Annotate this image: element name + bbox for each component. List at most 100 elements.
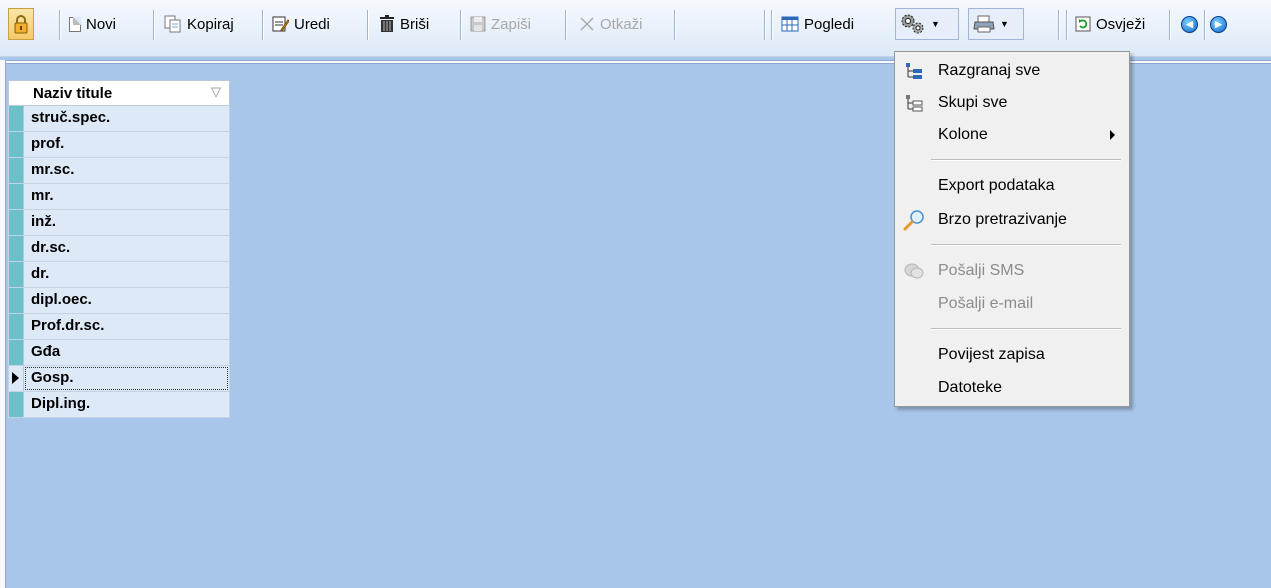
submenu-arrow-icon (1110, 130, 1115, 140)
column-header-naziv-titule[interactable]: Naziv titule ▽ (8, 80, 230, 106)
table-cell[interactable]: dipl.oec. (24, 288, 229, 313)
chevron-down-icon: ▼ (931, 19, 940, 29)
next-record-button[interactable]: ▶ (1210, 8, 1227, 40)
refresh-button-label: Osvježi (1096, 15, 1146, 33)
row-indicator[interactable] (9, 210, 24, 235)
menu-item-skupi-sve[interactable]: Skupi sve (895, 88, 1129, 118)
copy-button[interactable]: Kopiraj (164, 8, 234, 40)
previous-record-icon: ◀ (1181, 15, 1198, 33)
tools-context-menu: Razgranaj sve Skupi sve Kolone Export po… (894, 51, 1130, 407)
cancel-button[interactable]: Otkaži (579, 8, 643, 40)
menu-item-label: Export podataka (938, 177, 1055, 194)
menu-item-label: Pošalji SMS (938, 262, 1025, 279)
menu-item-kolone[interactable]: Kolone (895, 120, 1129, 150)
table-row[interactable]: Dipl.ing. (8, 392, 230, 418)
lock-button[interactable] (8, 8, 34, 40)
row-indicator[interactable] (9, 158, 24, 183)
row-indicator[interactable] (9, 392, 24, 417)
table-row[interactable]: dipl.oec. (8, 288, 230, 314)
new-document-icon (69, 16, 81, 32)
row-indicator[interactable] (9, 236, 24, 261)
menu-item-datoteke[interactable]: Datoteke (895, 373, 1129, 403)
table-cell[interactable]: Gosp. (24, 366, 229, 391)
row-indicator[interactable] (9, 184, 24, 209)
table-cell[interactable]: dr.sc. (24, 236, 229, 261)
table-cell[interactable]: Prof.dr.sc. (24, 314, 229, 339)
menu-item-label: Pošalji e-mail (938, 295, 1034, 312)
delete-button-label: Briši (400, 15, 430, 33)
row-indicator[interactable] (9, 288, 24, 313)
tools-icon (900, 13, 926, 35)
menu-item-label: Skupi sve (938, 94, 1008, 111)
row-indicator[interactable] (9, 132, 24, 157)
menu-item-export-podataka[interactable]: Export podataka (895, 171, 1129, 201)
row-indicator[interactable] (9, 314, 24, 339)
current-row-arrow-icon[interactable] (9, 366, 24, 391)
next-record-icon: ▶ (1210, 15, 1227, 33)
expand-tree-icon (903, 60, 925, 82)
table-cell[interactable]: prof. (24, 132, 229, 157)
new-button[interactable]: Novi (69, 8, 116, 40)
print-dropdown-button[interactable]: ▼ (968, 8, 1024, 40)
delete-button[interactable]: Briši (379, 8, 429, 40)
menu-separator (931, 328, 1121, 329)
menu-item-label: Razgranaj sve (938, 62, 1041, 79)
collapse-tree-icon (903, 92, 925, 114)
menu-item-razgranaj-sve[interactable]: Razgranaj sve (895, 56, 1129, 86)
edit-icon (271, 15, 289, 33)
menu-item-label: Povijest zapisa (938, 346, 1045, 363)
save-button[interactable]: Zapiši (470, 8, 531, 40)
save-button-label: Zapiši (491, 15, 532, 33)
menu-item-posalji-email[interactable]: Pošalji e-mail (895, 289, 1129, 319)
row-indicator[interactable] (9, 262, 24, 287)
copy-button-label: Kopiraj (187, 15, 234, 33)
menu-item-brzo-pretrazivanje[interactable]: Brzo pretrazivanje (895, 205, 1129, 235)
cancel-button-label: Otkaži (600, 15, 643, 33)
lock-icon (13, 14, 29, 34)
filter-icon[interactable]: ▽ (211, 84, 221, 100)
chevron-down-icon: ▼ (1000, 19, 1009, 29)
toolbar: Novi Kopiraj Uredi Briši Zapiši Otkaži P… (0, 0, 1271, 57)
table-row[interactable]: prof. (8, 132, 230, 158)
table-cell[interactable]: mr.sc. (24, 158, 229, 183)
table-row-current[interactable]: Gosp. (8, 366, 230, 392)
table-row[interactable]: struč.spec. (8, 106, 230, 132)
column-header-label: Naziv titule (33, 84, 113, 102)
previous-record-button[interactable]: ◀ (1181, 8, 1198, 40)
magnifier-icon (903, 209, 925, 231)
table-row[interactable]: Prof.dr.sc. (8, 314, 230, 340)
table-cell[interactable]: struč.spec. (24, 106, 229, 131)
refresh-icon (1075, 16, 1091, 32)
grid-view-icon (781, 16, 799, 32)
edit-button[interactable]: Uredi (271, 8, 330, 40)
menu-item-label: Brzo pretrazivanje (938, 211, 1067, 228)
table-cell[interactable]: mr. (24, 184, 229, 209)
menu-item-povijest-zapisa[interactable]: Povijest zapisa (895, 340, 1129, 370)
menu-item-posalji-sms[interactable]: Pošalji SMS (895, 256, 1129, 286)
cancel-x-icon (579, 16, 595, 32)
table-row[interactable]: mr. (8, 184, 230, 210)
tools-dropdown-button[interactable]: ▼ (895, 8, 959, 40)
table-cell[interactable]: Gđa (24, 340, 229, 365)
table-row[interactable]: mr.sc. (8, 158, 230, 184)
refresh-button[interactable]: Osvježi (1075, 8, 1145, 40)
row-indicator[interactable] (9, 340, 24, 365)
trash-icon (379, 15, 395, 33)
menu-item-label: Datoteke (938, 379, 1003, 396)
menu-separator (931, 244, 1121, 245)
copy-icon (164, 15, 182, 33)
table-cell[interactable]: dr. (24, 262, 229, 287)
table-row[interactable]: dr.sc. (8, 236, 230, 262)
views-button-label: Pogledi (804, 15, 855, 33)
table-row[interactable]: inž. (8, 210, 230, 236)
table-cell[interactable]: inž. (24, 210, 229, 235)
row-indicator[interactable] (9, 106, 24, 131)
titles-grid: Naziv titule ▽ struč.spec. prof. mr.sc. … (8, 80, 230, 418)
table-row[interactable]: dr. (8, 262, 230, 288)
views-button[interactable]: Pogledi (781, 8, 854, 40)
table-row[interactable]: Gđa (8, 340, 230, 366)
edit-button-label: Uredi (294, 15, 330, 33)
table-cell[interactable]: Dipl.ing. (24, 392, 229, 417)
save-disk-icon (470, 16, 486, 32)
new-button-label: Novi (86, 15, 117, 33)
